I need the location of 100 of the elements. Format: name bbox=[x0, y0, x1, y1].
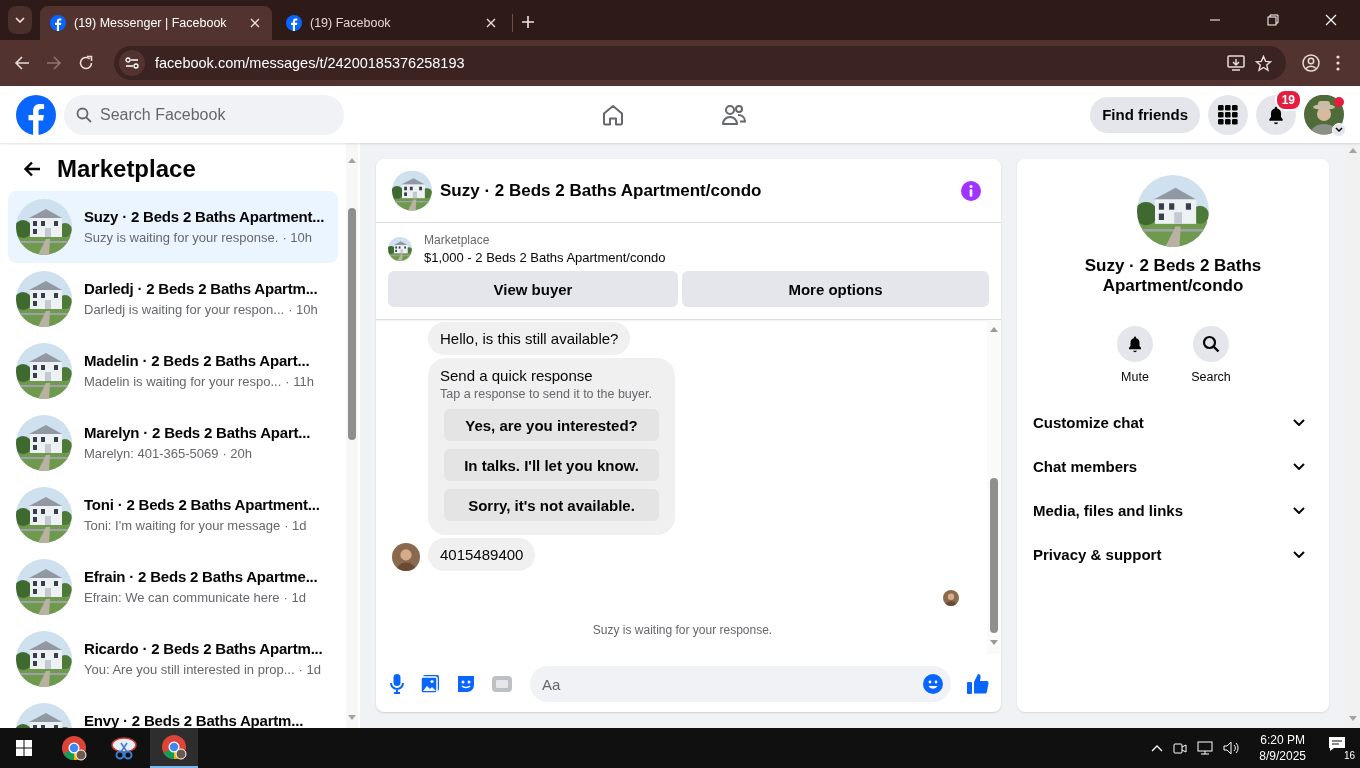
conversation-name: Suzy · 2 Beds 2 Baths Apartment... bbox=[84, 208, 325, 225]
volume-icon[interactable] bbox=[1223, 741, 1240, 755]
scrollbar[interactable] bbox=[987, 320, 1001, 654]
status-text: Suzy is waiting for your response. bbox=[591, 623, 774, 637]
taskbar-app[interactable] bbox=[150, 728, 198, 768]
info-icon[interactable] bbox=[961, 180, 981, 201]
chrome-icon bbox=[161, 734, 187, 760]
quick-reply-button[interactable]: Yes, are you interested? bbox=[444, 409, 659, 441]
conversation-item[interactable]: Darledj · 2 Beds 2 Baths Apartm... Darledj is waiting for your respon... · 10h bbox=[8, 263, 338, 335]
facebook-logo-icon bbox=[50, 15, 66, 31]
message-input[interactable]: Aa bbox=[530, 666, 951, 702]
menu-button[interactable] bbox=[1208, 94, 1248, 135]
quick-reply-button[interactable]: In talks. I'll let you know. bbox=[444, 449, 659, 481]
forward-icon bbox=[46, 55, 62, 71]
quick-reply-button[interactable]: Sorry, it's not available. bbox=[444, 489, 659, 521]
chat-title: Suzy · 2 Beds 2 Baths Apartment/condo bbox=[440, 180, 763, 201]
back-arrow-icon[interactable] bbox=[23, 161, 41, 177]
profile-icon[interactable] bbox=[1302, 54, 1320, 72]
avatar bbox=[943, 590, 959, 606]
timestamp: · 10h bbox=[288, 302, 318, 317]
section-title: Marketplace bbox=[57, 155, 196, 183]
new-tab-icon[interactable] bbox=[521, 15, 535, 29]
search-field[interactable]: Search Facebook bbox=[64, 94, 344, 135]
grid-icon bbox=[1218, 104, 1238, 125]
facebook-logo-icon[interactable] bbox=[16, 94, 56, 135]
tab-title: (19) Facebook bbox=[310, 16, 392, 30]
site-info-icon[interactable] bbox=[119, 50, 145, 76]
camera-icon[interactable] bbox=[1173, 741, 1188, 755]
home-icon[interactable] bbox=[601, 102, 625, 127]
date-text: 8/9/2025 bbox=[1259, 748, 1306, 764]
close-icon[interactable] bbox=[1325, 14, 1337, 26]
conversation-item[interactable]: Efrain · 2 Beds 2 Baths Apartme... Efrain: We can communicate here · 1d bbox=[8, 551, 338, 623]
facebook-logo-icon bbox=[286, 15, 302, 31]
account-button[interactable] bbox=[1304, 94, 1344, 135]
conversation-name: Darledj · 2 Beds 2 Baths Apartm... bbox=[84, 280, 318, 297]
notification-badge: 19 bbox=[1274, 88, 1302, 111]
chevron-down-icon bbox=[15, 17, 25, 23]
avatar bbox=[1304, 94, 1344, 135]
notification-count: 16 bbox=[1342, 750, 1356, 761]
chevron-down-icon bbox=[1335, 127, 1343, 132]
search-icon bbox=[1202, 335, 1220, 353]
reload-icon[interactable] bbox=[78, 55, 94, 71]
emoji-icon[interactable] bbox=[923, 674, 943, 694]
browser-tab[interactable]: (19) Messenger | Facebook bbox=[40, 6, 272, 40]
chevron-down-icon bbox=[1293, 506, 1305, 514]
conversation-name: Toni · 2 Beds 2 Baths Apartment... bbox=[84, 496, 320, 513]
menu-icon[interactable] bbox=[1336, 55, 1340, 71]
install-icon[interactable] bbox=[1227, 55, 1245, 71]
conversation-item[interactable]: Toni · 2 Beds 2 Baths Apartment... Toni: I'm waiting for your message · 1d bbox=[8, 479, 338, 551]
section-row[interactable]: Media, files and links bbox=[1025, 488, 1321, 532]
browser-tab[interactable]: (19) Facebook bbox=[276, 6, 508, 40]
chevron-up-icon[interactable] bbox=[1151, 744, 1164, 752]
conversation-name: Efrain · 2 Beds 2 Baths Apartme... bbox=[84, 568, 318, 585]
message-preview: Suzy is waiting for your response. bbox=[84, 230, 279, 245]
url-text: facebook.com/messages/t/24200185376258193 bbox=[155, 55, 466, 71]
listing-label: Marketplace bbox=[424, 233, 491, 247]
microphone-icon[interactable] bbox=[390, 674, 404, 694]
tab-search-button[interactable] bbox=[8, 6, 32, 34]
message-bubble: 4015489400 bbox=[428, 538, 536, 571]
bookmark-star-icon[interactable] bbox=[1255, 54, 1272, 72]
avatar bbox=[392, 543, 420, 571]
chevron-down-icon bbox=[1293, 418, 1305, 426]
conversation-name: Ricardo · 2 Beds 2 Baths Apartm... bbox=[84, 640, 323, 657]
chevron-down-icon bbox=[1293, 462, 1305, 470]
message-preview: Madelin is waiting for your respo... bbox=[84, 374, 282, 389]
section-row[interactable]: Chat members bbox=[1025, 444, 1321, 488]
message-preview: Efrain: We can communicate here bbox=[84, 590, 280, 605]
message-preview: Toni: I'm waiting for your message bbox=[84, 518, 281, 533]
sticker-icon[interactable] bbox=[456, 674, 476, 694]
close-icon[interactable] bbox=[484, 16, 498, 30]
like-icon[interactable] bbox=[967, 673, 989, 695]
conversation-item[interactable]: Marelyn · 2 Beds 2 Baths Apart... Marelyn: 401-365-5069 · 20h bbox=[8, 407, 338, 479]
chat-title: Suzy · 2 Beds 2 Baths Apartment/condo bbox=[1083, 256, 1263, 296]
close-icon[interactable] bbox=[248, 16, 262, 30]
listing-title: $1,000 - 2 Beds 2 Baths Apartment/condo bbox=[424, 250, 666, 265]
timestamp: · 20h bbox=[222, 446, 253, 461]
clock[interactable]: 6:20 PM 8/9/2025 bbox=[1259, 732, 1306, 764]
address-bar[interactable]: facebook.com/messages/t/24200185376258193 bbox=[114, 46, 1286, 80]
conversation-item[interactable]: Madelin · 2 Beds 2 Baths Apart... Madelin is waiting for your respo... · 11h bbox=[8, 335, 338, 407]
section-row[interactable]: Customize chat bbox=[1025, 400, 1321, 444]
back-icon[interactable] bbox=[14, 55, 30, 71]
section-row[interactable]: Privacy & support bbox=[1025, 532, 1321, 576]
action-button[interactable]: View buyer bbox=[388, 271, 678, 307]
friends-icon[interactable] bbox=[721, 102, 747, 127]
timestamp: · 1d bbox=[284, 518, 307, 533]
photo-icon[interactable] bbox=[420, 674, 440, 694]
message-preview: Marelyn: 401-365-5069 bbox=[84, 446, 219, 461]
tab-title: (19) Messenger | Facebook bbox=[74, 16, 228, 30]
message-bubble: Hello, is this still available? bbox=[428, 322, 631, 355]
conversation-item[interactable]: Suzy · 2 Beds 2 Baths Apartment... Suzy is waiting for your response. · 10h bbox=[8, 191, 338, 263]
bell-icon bbox=[1266, 104, 1286, 125]
network-icon[interactable] bbox=[1197, 741, 1214, 755]
message-preview: Darledj is waiting for your respon... bbox=[84, 302, 285, 317]
message-preview: You: Are you still interested in prop... bbox=[84, 662, 295, 677]
timestamp: · 11h bbox=[285, 374, 314, 389]
action-button[interactable]: More options bbox=[682, 271, 989, 307]
conversation-item[interactable]: Ricardo · 2 Beds 2 Baths Apartm... You: Are you still interested in prop... · 1d bbox=[8, 623, 338, 695]
restore-icon[interactable] bbox=[1267, 14, 1279, 26]
find-friends-button[interactable]: Find friends bbox=[1090, 96, 1200, 133]
scrollbar[interactable] bbox=[346, 143, 358, 728]
